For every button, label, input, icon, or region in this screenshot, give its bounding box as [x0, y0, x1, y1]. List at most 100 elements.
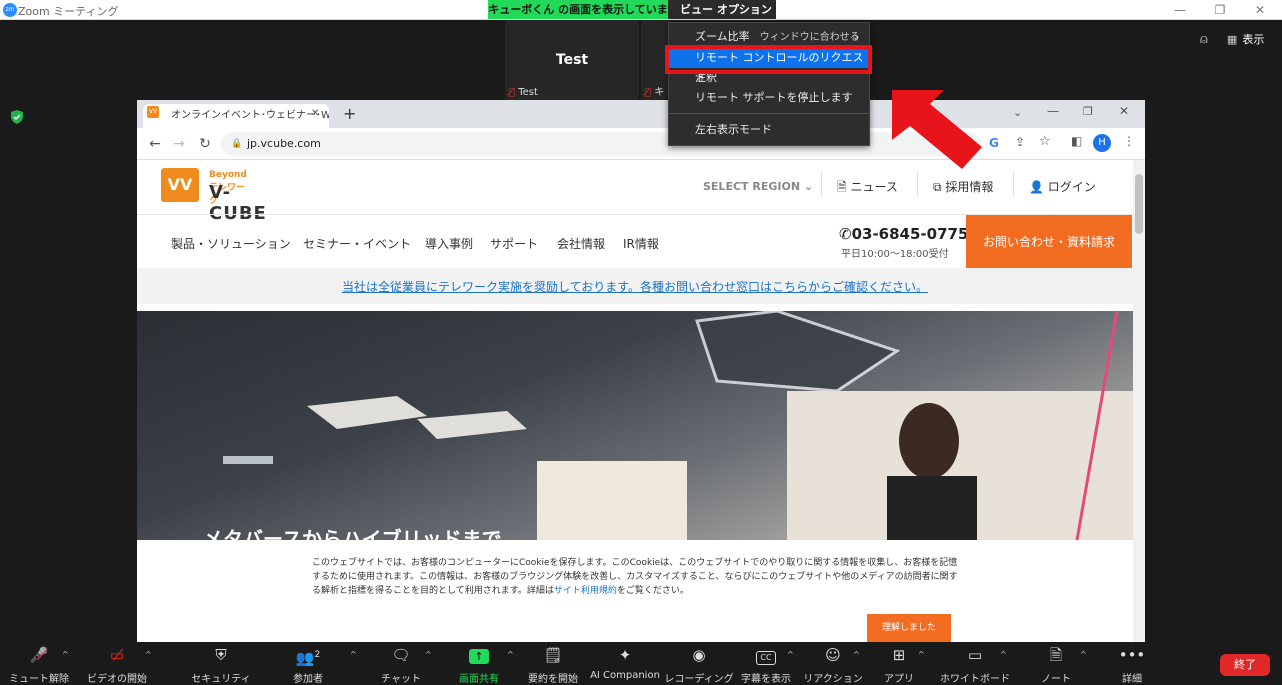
participants-button[interactable]: 👥2 参加者	[273, 646, 343, 685]
nav-item[interactable]: サポート	[490, 235, 538, 252]
new-tab-icon[interactable]: +	[343, 104, 356, 123]
notes-caret[interactable]: ^	[1080, 650, 1087, 659]
browser-menu-icon[interactable]: ⋮	[1123, 134, 1135, 148]
mic-indicator-icon[interactable]: ⍝	[1200, 32, 1208, 47]
vcube-logo[interactable]: VV Beyond テレワーク V-CUBE	[161, 168, 266, 224]
notes-label: ノート	[1041, 674, 1071, 685]
phone-number[interactable]: ✆03-6845-0775	[839, 225, 968, 243]
url-text: jp.vcube.com	[247, 137, 321, 150]
browser-tab[interactable]: オンラインイベント･ウェビナー･Web会議	[143, 104, 329, 128]
shield-icon: ⛨	[215, 646, 227, 664]
forward-icon[interactable]: →	[167, 132, 191, 156]
meeting-toolbar: 🎤̸ ミュート解除 ^ ▭̸ ビデオの開始 ^ ⛨ セキュリティ 👥2 参加者 ^ 🗨 チ…	[0, 642, 1282, 685]
back-icon[interactable]: ←	[143, 132, 167, 156]
more-dots-icon: •••	[1118, 646, 1146, 664]
whiteboard-caret[interactable]: ^	[1000, 650, 1007, 659]
end-meeting-button[interactable]: 終了	[1220, 654, 1270, 676]
nav-item[interactable]: 会社情報	[557, 235, 605, 252]
close-icon[interactable]: ✕	[1240, 1, 1280, 19]
more-label: 詳細	[1122, 674, 1142, 685]
divider	[821, 172, 822, 196]
reactions-caret[interactable]: ^	[853, 650, 860, 659]
menu-item-zoom-ratio[interactable]: ズーム比率 ウィンドウに合わせる ›	[669, 27, 869, 47]
maximize-icon[interactable]: ❐	[1200, 1, 1240, 19]
recording-button[interactable]: ◉ レコーディング	[664, 646, 734, 685]
start-video-button[interactable]: ▭̸ ビデオの開始	[82, 646, 152, 685]
browser-restore-icon[interactable]: ❐	[1083, 105, 1093, 118]
view-options-menu: ズーム比率 ウィンドウに合わせる › リモート コントロールのリクエスト 注釈 リモ…	[668, 22, 870, 146]
participants-caret[interactable]: ^	[350, 650, 357, 659]
zoom-logo-icon: zm	[3, 3, 17, 17]
share-caret[interactable]: ^	[507, 650, 514, 659]
start-summary-button[interactable]: 🗒 要約を開始	[518, 646, 588, 685]
tab-search-icon[interactable]: ⌄	[1013, 106, 1022, 119]
grid-view-icon[interactable]: ▦	[1227, 33, 1237, 46]
sparkle-icon: ✦	[618, 646, 632, 664]
notice-link[interactable]: 当社は全従業員にテレワーク実施を奨励しております。各種お問い合わせ窓口はこちらか…	[137, 278, 1133, 295]
vcube-favicon-icon: VV	[147, 106, 159, 118]
reload-icon[interactable]: ↻	[193, 132, 217, 156]
minimize-icon[interactable]: —	[1160, 1, 1200, 19]
browser-minimize-icon[interactable]: —	[1047, 104, 1059, 118]
chevron-down-icon: ⌄	[803, 180, 814, 193]
divider	[1013, 172, 1014, 196]
phone-icon: ✆	[839, 225, 852, 243]
audio-options-caret[interactable]: ^	[62, 650, 69, 659]
chat-caret[interactable]: ^	[425, 650, 432, 659]
terms-link[interactable]: サイト利用規約	[554, 586, 617, 596]
security-button[interactable]: ⛨ セキュリティ	[186, 646, 256, 685]
encryption-shield-icon[interactable]	[10, 110, 24, 124]
nav-item[interactable]: 導入事例	[425, 235, 473, 252]
people-icon: 👥2	[295, 649, 321, 667]
captions-caret[interactable]: ^	[787, 650, 794, 659]
security-label: セキュリティ	[191, 674, 251, 685]
pointer-arrow-icon	[892, 90, 982, 169]
notice-banner: 当社は全従業員にテレワーク実施を奨励しております。各種お問い合わせ窓口はこちらか…	[137, 268, 1133, 304]
view-options-button[interactable]: ビュー オプション ⌄	[668, 0, 776, 35]
share-screen-button[interactable]: ↑ 画面共有	[444, 646, 514, 685]
participants-label: 参加者	[293, 674, 323, 685]
cookie-text-end: をご覧ください。	[616, 586, 689, 596]
region-label: SELECT REGION	[703, 180, 801, 193]
document-icon: 🗎	[837, 180, 847, 194]
video-off-icon: ▭̸	[109, 646, 125, 664]
login-link[interactable]: 👤 ログイン	[1029, 178, 1096, 195]
menu-item-side-by-side[interactable]: 左右表示モード	[669, 120, 869, 140]
video-options-caret[interactable]: ^	[145, 650, 152, 659]
page-scrollbar[interactable]	[1133, 160, 1145, 642]
sharing-status-bar: キューボくん の画面を表示しています	[488, 0, 668, 35]
tab-strip: オンラインイベント･ウェビナー･Web会議 VV ✕ + ⌄ — ❐ ✕	[137, 100, 1145, 128]
chat-label: チャット	[381, 674, 421, 685]
more-button[interactable]: ••• 詳細	[1097, 646, 1167, 685]
participant-count: 2	[314, 650, 321, 660]
summary-icon: 🗒	[543, 646, 563, 664]
business-hours: 平日10:00〜18:00受付	[841, 249, 949, 260]
apps-caret[interactable]: ^	[918, 650, 925, 659]
login-label: ログイン	[1047, 180, 1096, 194]
participant-tile[interactable]: Test 🎙̸ Test	[505, 20, 639, 100]
contact-button[interactable]: お問い合わせ・資料請求	[966, 215, 1132, 269]
profile-avatar[interactable]: H	[1093, 134, 1111, 152]
recruit-label: 採用情報	[945, 180, 994, 194]
menu-divider	[669, 113, 869, 114]
participant-label: 🎙̸ キ	[645, 83, 664, 98]
recruit-link[interactable]: ⧉ 採用情報	[933, 178, 993, 195]
bookmark-star-icon[interactable]: ☆	[1039, 134, 1051, 149]
ai-companion-button[interactable]: ✦ AI Companion	[590, 646, 660, 681]
view-label[interactable]: 表示	[1242, 33, 1264, 46]
share-screen-icon: ↑	[444, 646, 514, 664]
news-link[interactable]: 🗎 ニュース	[837, 178, 898, 199]
tab-close-icon[interactable]: ✕	[311, 108, 319, 119]
scrollbar-thumb[interactable]	[1135, 174, 1143, 234]
nav-item[interactable]: 製品・ソリューション	[171, 235, 291, 252]
address-bar-row: ← → ↻ 🔒 jp.vcube.com G ⇪ ☆ ◧ H ⋮	[137, 128, 1145, 160]
share-icon[interactable]: ⇪	[1015, 135, 1025, 149]
menu-item-stop-remote-support[interactable]: リモート サポートを停止します	[669, 88, 869, 108]
news-label: ニュース	[850, 180, 898, 194]
nav-item[interactable]: IR情報	[623, 235, 659, 252]
cookie-accept-button[interactable]: 理解しました	[867, 614, 951, 642]
browser-close-icon[interactable]: ✕	[1119, 104, 1129, 118]
side-panel-icon[interactable]: ◧	[1071, 134, 1082, 148]
region-select[interactable]: SELECT REGION ⌄	[703, 180, 813, 193]
nav-item[interactable]: セミナー・イベント	[303, 235, 411, 252]
